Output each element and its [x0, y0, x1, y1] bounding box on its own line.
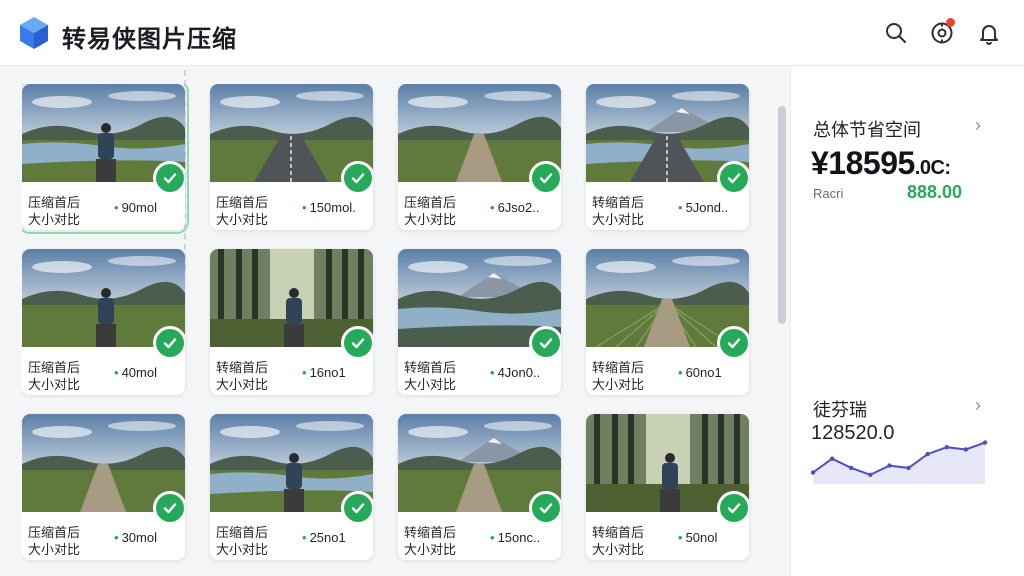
check-icon[interactable] — [529, 491, 561, 525]
compare-sublabel: 大小对比 — [404, 542, 457, 557]
search-button[interactable] — [881, 18, 911, 48]
check-icon[interactable] — [153, 161, 185, 195]
trend-title: 徒芬瑞 — [813, 400, 867, 420]
compare-sublabel: 大小对比 — [404, 212, 457, 227]
file-size: 90mol — [114, 200, 157, 215]
notification-dot — [946, 18, 955, 27]
image-card[interactable]: 压缩首后大小对比40mol — [22, 249, 185, 395]
check-icon[interactable] — [529, 161, 561, 195]
trend-point — [963, 447, 969, 452]
stats-sidebar: 总体节省空间 › ¥18595.0C: Racri 888.00 徒芬瑞 › 1… — [790, 66, 1024, 576]
grid-scrollbar[interactable] — [778, 106, 786, 324]
image-grid: 压缩首后大小对比90mol压缩首后大小对比150mol.压缩首后大小对比6Jso… — [22, 84, 772, 560]
savings-amount: ¥18595.0C: — [811, 145, 951, 182]
savings-chevron-right-icon[interactable]: › — [975, 115, 981, 136]
compare-sublabel: 大小对比 — [216, 212, 269, 227]
check-icon[interactable] — [341, 491, 373, 525]
compare-sublabel: 大小对比 — [28, 542, 81, 557]
savings-amount-main: ¥18595 — [811, 145, 915, 181]
file-size: 40mol — [114, 365, 157, 380]
compare-sublabel: 大小对比 — [592, 212, 645, 227]
compare-sublabel: 大小对比 — [592, 542, 645, 557]
check-icon[interactable] — [717, 326, 749, 360]
check-icon[interactable] — [529, 326, 561, 360]
image-card[interactable]: 转缩首后大小对比5Jond.. — [586, 84, 749, 230]
file-size: 50nol — [678, 530, 718, 545]
trend-point — [925, 451, 930, 457]
notifications-button[interactable] — [974, 18, 1004, 48]
trend-point — [944, 445, 949, 450]
compare-sublabel: 大小对比 — [404, 377, 457, 392]
file-size: 15onc.. — [490, 530, 541, 545]
check-icon[interactable] — [717, 491, 749, 525]
image-card[interactable]: 转缩首后大小对比16no1 — [210, 249, 373, 395]
compare-sublabel: 大小对比 — [216, 377, 269, 392]
check-icon[interactable] — [153, 326, 185, 360]
trend-point — [982, 440, 988, 445]
image-card[interactable]: 转缩首后大小对比15onc.. — [398, 414, 561, 560]
savings-amount-suffix: .0C: — [914, 157, 951, 179]
image-card[interactable]: 压缩首后大小对比25no1 — [210, 414, 373, 560]
trend-point — [811, 470, 816, 475]
trend-point — [887, 463, 892, 468]
app-logo-icon — [20, 17, 48, 49]
settings-button[interactable] — [927, 18, 957, 48]
check-icon[interactable] — [717, 161, 749, 195]
image-card[interactable]: 转缩首后大小对比50nol — [586, 414, 749, 560]
file-size: 25no1 — [302, 530, 346, 545]
image-card[interactable]: 转缩首后大小对比60no1 — [586, 249, 749, 395]
compare-sublabel: 大小对比 — [28, 212, 81, 227]
savings-sub-value: 888.00 — [907, 182, 963, 202]
image-card[interactable]: 压缩首后大小对比30mol — [22, 414, 185, 560]
check-icon[interactable] — [153, 491, 185, 525]
file-size: 6Jso2.. — [490, 200, 540, 215]
search-icon — [886, 23, 906, 43]
compare-sublabel: 大小对比 — [216, 542, 269, 557]
image-card[interactable]: 压缩首后大小对比6Jso2.. — [398, 84, 561, 230]
savings-title: 总体节省空间 — [813, 120, 921, 140]
file-size: 16no1 — [302, 365, 346, 380]
savings-sub-label: Racri — [813, 186, 844, 201]
trend-point — [849, 465, 854, 471]
compare-sublabel: 大小对比 — [28, 377, 81, 392]
image-card[interactable]: 压缩首后大小对比90mol — [22, 84, 189, 234]
app-title: 转易侠图片压缩 — [62, 26, 237, 53]
check-icon[interactable] — [341, 161, 373, 195]
bell-icon — [980, 25, 998, 45]
file-size: 60no1 — [678, 365, 722, 380]
file-size: 30mol — [114, 530, 157, 545]
file-size: 150mol. — [302, 200, 356, 215]
trend-point — [868, 472, 873, 477]
image-grid-area: 压缩首后大小对比90mol压缩首后大小对比150mol.压缩首后大小对比6Jso… — [22, 84, 772, 576]
file-size: 5Jond.. — [678, 200, 729, 215]
trend-sparkline — [811, 440, 988, 484]
image-card[interactable]: 转缩首后大小对比4Jon0.. — [398, 249, 561, 395]
compare-sublabel: 大小对比 — [592, 377, 645, 392]
app-header: 转易侠图片压缩 — [0, 0, 1024, 66]
trend-point — [829, 456, 835, 461]
image-card[interactable]: 压缩首后大小对比150mol. — [210, 84, 373, 230]
check-icon[interactable] — [341, 326, 373, 360]
trend-point — [906, 465, 911, 471]
trend-chevron-right-icon[interactable]: › — [975, 395, 981, 416]
file-size: 4Jon0.. — [490, 365, 541, 380]
